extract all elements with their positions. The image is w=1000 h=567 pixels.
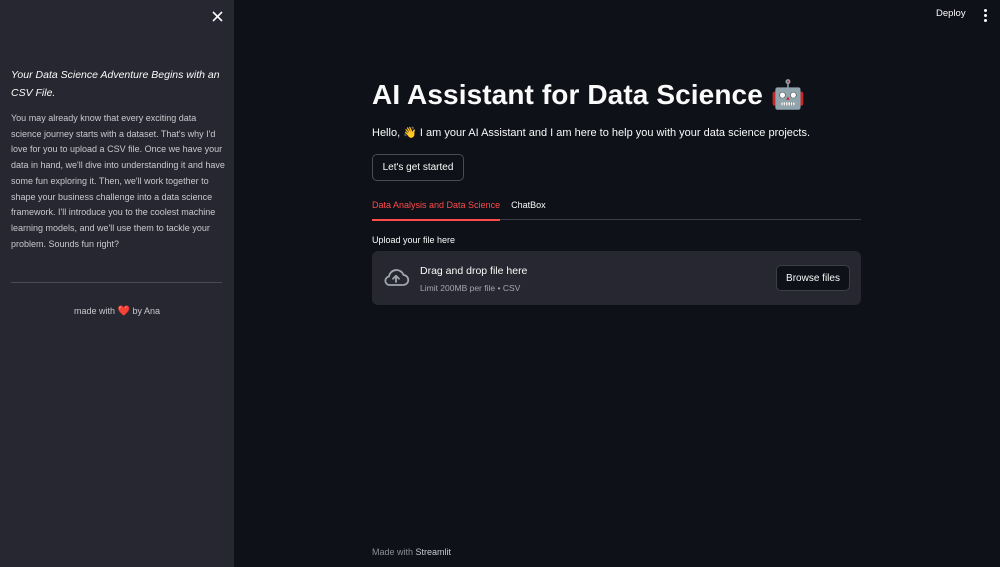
sidebar-description: You may already know that every exciting… xyxy=(11,113,225,249)
cloud-upload-icon xyxy=(384,269,410,286)
file-dropzone[interactable]: Drag and drop file here Limit 200MB per … xyxy=(372,251,861,305)
made-with-footer: Made with Streamlit xyxy=(372,547,451,557)
credit-prefix: made with xyxy=(73,306,115,316)
page-title: AI Assistant for Data Science 🤖 xyxy=(372,79,806,110)
main-menu-button[interactable] xyxy=(978,7,992,23)
close-icon xyxy=(211,10,223,22)
made-with-label: Made with xyxy=(372,547,414,557)
intro-text: Hello, 👋 I am your AI Assistant and I am… xyxy=(372,127,811,139)
sidebar-divider xyxy=(11,282,222,283)
dropzone-limit-text: Limit 200MB per file • CSV xyxy=(420,283,521,293)
deploy-button[interactable]: Deploy xyxy=(930,6,972,21)
close-sidebar-button[interactable] xyxy=(208,7,226,25)
tab-chatbox[interactable]: ChatBox xyxy=(511,196,546,220)
sidebar-heading: Your Data Science Adventure Begins with … xyxy=(11,69,220,99)
tab-bar: Data Analysis and Data Science ChatBox xyxy=(372,196,861,221)
upload-label: Upload your file here xyxy=(372,235,456,245)
kebab-menu-icon xyxy=(983,8,987,12)
heart-icon: ❤️ xyxy=(117,306,130,317)
sidebar-credit: made with ❤️ by Ana xyxy=(0,306,234,317)
tab-data-analysis[interactable]: Data Analysis and Data Science xyxy=(372,196,501,221)
streamlit-link[interactable]: Streamlit xyxy=(416,547,452,557)
sidebar: Your Data Science Adventure Begins with … xyxy=(0,0,234,567)
dropzone-title: Drag and drop file here xyxy=(420,265,528,277)
credit-suffix: by Ana xyxy=(132,306,161,316)
browse-files-button[interactable]: Browse files xyxy=(776,265,850,291)
get-started-button[interactable]: Let's get started xyxy=(372,154,464,181)
